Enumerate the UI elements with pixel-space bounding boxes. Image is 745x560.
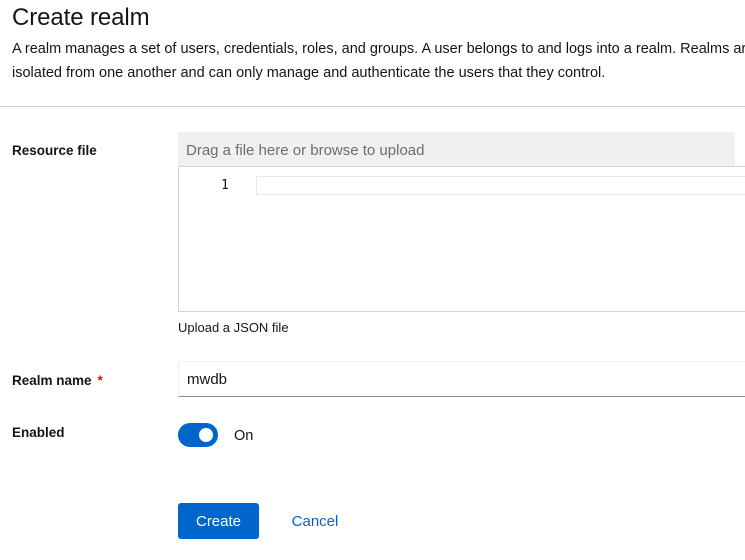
- code-line-input[interactable]: [256, 176, 745, 195]
- json-code-editor[interactable]: 1: [178, 166, 745, 312]
- realm-name-label: Realm name *: [12, 373, 103, 388]
- create-button[interactable]: Create: [178, 503, 259, 539]
- realm-name-label-text: Realm name: [12, 373, 92, 388]
- file-upload-dropzone[interactable]: Drag a file here or browse to upload: [178, 132, 735, 166]
- realm-name-input[interactable]: [178, 361, 745, 397]
- upload-helper-text: Upload a JSON file: [178, 320, 289, 335]
- line-number: 1: [221, 178, 229, 193]
- page-title: Create realm: [12, 4, 150, 31]
- required-marker: *: [97, 373, 103, 388]
- create-realm-page: Create realm A realm manages a set of us…: [0, 0, 745, 560]
- enabled-toggle[interactable]: [178, 423, 218, 447]
- toggle-knob: [199, 428, 213, 442]
- page-header: Create realm A realm manages a set of us…: [0, 0, 745, 107]
- cancel-button[interactable]: Cancel: [278, 503, 352, 539]
- upload-placeholder: Drag a file here or browse to upload: [186, 142, 425, 159]
- enabled-label: Enabled: [12, 425, 65, 440]
- page-description: A realm manages a set of users, credenti…: [12, 41, 745, 81]
- resource-file-label: Resource file: [12, 143, 97, 158]
- enabled-state-text: On: [234, 428, 254, 444]
